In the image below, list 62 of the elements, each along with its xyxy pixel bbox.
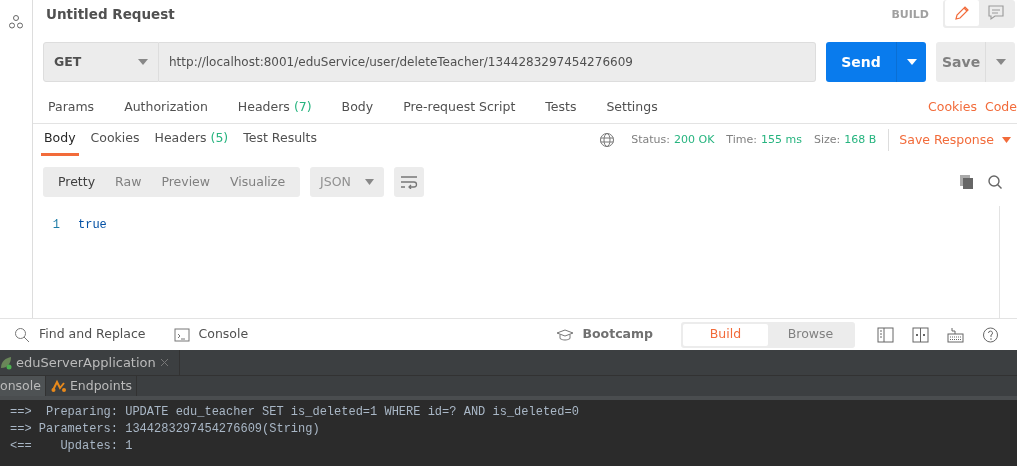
help-button[interactable] bbox=[982, 326, 999, 343]
help-icon bbox=[982, 326, 999, 343]
request-tab[interactable]: Settings bbox=[606, 98, 658, 117]
graduation-cap-icon bbox=[555, 327, 574, 342]
request-tab[interactable]: Params bbox=[48, 98, 95, 117]
caret-icon bbox=[1002, 137, 1011, 143]
close-icon[interactable] bbox=[159, 358, 169, 367]
wrap-icon bbox=[400, 175, 419, 189]
keyboard-button[interactable] bbox=[947, 326, 964, 343]
meta-value: 168 B bbox=[844, 131, 877, 148]
console-line: ==> Preparing: UPDATE edu_teacher SET is_deleted=1 WHERE id=? AND is_deleted=0 bbox=[10, 404, 580, 421]
console-line: ==> Parameters: 1344283297454276609(String) bbox=[10, 421, 321, 438]
search-icon bbox=[14, 326, 30, 343]
request-tab[interactable]: Body bbox=[341, 98, 374, 117]
pencil-icon bbox=[953, 4, 971, 22]
keyboard-icon bbox=[947, 326, 964, 343]
format-tab[interactable]: Visualize bbox=[220, 167, 296, 197]
method-dropdown[interactable]: GET bbox=[43, 42, 159, 82]
caret-icon bbox=[365, 179, 375, 185]
bootcamp-button[interactable]: Bootcamp bbox=[555, 325, 653, 344]
comment-icon bbox=[987, 4, 1005, 22]
url-field[interactable]: http://localhost:8001/eduService/user/deleteTeacher/1344283297454276609 bbox=[159, 42, 816, 82]
request-tab[interactable]: Tests bbox=[545, 98, 577, 117]
globe-icon bbox=[599, 132, 616, 148]
meta-label: Status: bbox=[631, 131, 670, 148]
wrap-lines-button[interactable] bbox=[394, 167, 425, 197]
meta-label: Size: bbox=[813, 131, 841, 148]
response-tab[interactable]: Cookies bbox=[87, 124, 143, 156]
two-pane-icon bbox=[877, 326, 894, 343]
request-tab[interactable]: Authorization bbox=[124, 98, 208, 117]
caret-icon bbox=[138, 59, 148, 65]
caret-icon bbox=[995, 59, 1006, 65]
spring-leaf-icon bbox=[0, 355, 12, 370]
team-icon[interactable] bbox=[8, 14, 24, 30]
format-tab[interactable]: Pretty bbox=[48, 167, 106, 197]
edit-button[interactable] bbox=[945, 0, 979, 26]
terminal-icon bbox=[173, 326, 190, 343]
copy-icon[interactable] bbox=[959, 174, 975, 190]
find-replace-button[interactable]: Find and Replace bbox=[14, 325, 146, 344]
meta-value: 155 ms bbox=[761, 131, 802, 148]
columns-button[interactable] bbox=[912, 326, 929, 343]
request-tab[interactable]: Pre-request Script bbox=[403, 98, 516, 117]
request-title: Untitled Request bbox=[46, 5, 175, 24]
tool-tab[interactable]: Endpoints bbox=[45, 376, 138, 396]
search-icon[interactable] bbox=[987, 174, 1003, 190]
console-line: <== Updates: 1 bbox=[10, 438, 134, 455]
caret-icon bbox=[906, 59, 917, 65]
tool-tab[interactable]: onsole bbox=[0, 376, 46, 396]
two-pane-button[interactable] bbox=[877, 326, 894, 343]
endpoints-icon bbox=[50, 379, 67, 393]
meta-label: Time: bbox=[726, 131, 757, 148]
meta-value: 200 OK bbox=[674, 131, 715, 148]
columns-icon bbox=[912, 326, 929, 343]
response-tab[interactable]: Test Results bbox=[240, 124, 320, 156]
request-tab[interactable]: Headers (7) bbox=[237, 98, 312, 117]
response-tab[interactable]: Headers (5) bbox=[151, 124, 232, 156]
code-line: true bbox=[78, 217, 107, 234]
console-button[interactable]: Console bbox=[173, 325, 249, 344]
line-number: 1 bbox=[51, 217, 60, 234]
response-tab[interactable]: Body bbox=[41, 124, 79, 156]
run-tab[interactable]: eduServerApplication bbox=[0, 350, 180, 375]
mode-label: BUILD bbox=[891, 7, 929, 23]
